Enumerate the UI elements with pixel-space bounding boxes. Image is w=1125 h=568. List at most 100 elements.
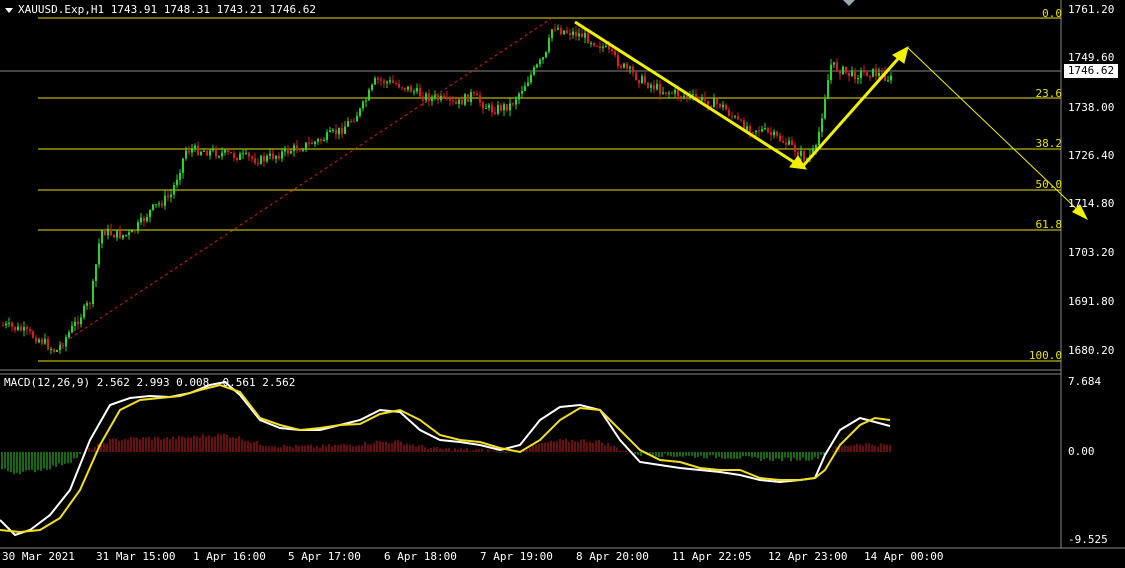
- candle-body-128: [386, 81, 388, 84]
- candle-body-240: [722, 104, 724, 108]
- candle-body-212: [638, 79, 640, 84]
- candle-body-23: [71, 325, 73, 333]
- candle-body-118: [356, 115, 358, 122]
- candle-body-4: [14, 326, 16, 331]
- candle-body-136: [410, 86, 412, 93]
- macd-tick-top: 7.684: [1068, 375, 1102, 388]
- symbol-header: XAUUSD.Exp,H1 1743.91 1748.31 1743.21 17…: [18, 3, 317, 16]
- candle-body-11: [35, 337, 37, 343]
- candle-body-186: [560, 28, 562, 35]
- candle-body-16: [50, 349, 52, 351]
- candle-body-51: [155, 204, 157, 206]
- fibonacci-lines[interactable]: [38, 17, 1061, 362]
- candle-body-293: [881, 72, 883, 74]
- candle-body-78: [236, 157, 238, 161]
- candle-body-282: [848, 72, 850, 76]
- candle-body-33: [101, 230, 103, 244]
- candle-body-274: [824, 99, 826, 119]
- menu-triangle-icon[interactable]: [5, 8, 13, 13]
- candle-body-75: [227, 149, 229, 153]
- chart-canvas[interactable]: [0, 0, 1125, 568]
- candle-body-287: [863, 71, 865, 73]
- candle-body-34: [104, 230, 106, 236]
- candle-body-141: [425, 93, 427, 101]
- candle-body-190: [572, 31, 574, 36]
- candle-body-134: [404, 87, 406, 90]
- candle-body-233: [701, 96, 703, 101]
- candle-body-60: [182, 158, 184, 173]
- candle-body-165: [497, 105, 499, 114]
- candle-body-286: [860, 71, 862, 79]
- candle-body-93: [281, 151, 283, 159]
- macd-header: MACD(12,26,9) 2.562 2.993 0.008 -0.561 2…: [4, 376, 296, 389]
- candle-body-19: [59, 345, 61, 351]
- candle-body-147: [443, 95, 445, 97]
- candle-body-208: [626, 63, 628, 69]
- candle-body-150: [452, 100, 454, 102]
- candle-body-144: [434, 95, 436, 97]
- candle-body-115: [347, 121, 349, 127]
- candle-body-7: [23, 327, 25, 331]
- arrow-down-1[interactable]: [574, 20, 801, 168]
- candle-body-44: [134, 230, 136, 232]
- candle-body-199: [599, 45, 601, 48]
- candle-body-103: [311, 142, 313, 145]
- candle-body-192: [578, 33, 580, 37]
- candle-body-142: [428, 93, 430, 102]
- candle-body-166: [500, 105, 502, 111]
- candle-body-251: [755, 130, 757, 133]
- candle-body-5: [17, 326, 19, 331]
- macd-tick-zero: 0.00: [1068, 445, 1095, 458]
- candle-body-284: [854, 70, 856, 80]
- candle-body-244: [734, 116, 736, 118]
- candle-body-220: [662, 92, 664, 94]
- candle-body-173: [521, 91, 523, 94]
- time-label-7: 8 Apr 20:00: [576, 550, 649, 563]
- fib-label-100: 100.0: [1028, 349, 1062, 362]
- candle-body-281: [845, 66, 847, 73]
- candle-body-226: [680, 96, 682, 98]
- candle-body-292: [878, 72, 880, 77]
- candle-body-70: [212, 149, 214, 151]
- candle-body-81: [245, 152, 247, 154]
- candle-body-76: [230, 152, 232, 154]
- chart-shift-icon[interactable]: [843, 0, 855, 6]
- candle-body-22: [68, 332, 70, 338]
- candle-body-194: [584, 32, 586, 38]
- candle-body-121: [365, 100, 367, 102]
- candle-body-262: [788, 140, 790, 145]
- candle-body-38: [116, 230, 118, 238]
- candle-body-53: [161, 203, 163, 206]
- trend-arrows[interactable]: [574, 20, 909, 170]
- candle-body-99: [299, 150, 301, 152]
- candle-body-200: [602, 46, 604, 48]
- candle-body-189: [569, 32, 571, 36]
- candle-body-140: [422, 96, 424, 101]
- candle-body-62: [188, 150, 190, 153]
- candle-body-259: [779, 135, 781, 142]
- candle-body-98: [296, 145, 298, 151]
- candle-body-261: [785, 142, 787, 145]
- candle-body-273: [821, 118, 823, 132]
- fib-base-line[interactable]: [59, 17, 553, 346]
- candle-body-8: [26, 327, 28, 330]
- candle-body-180: [542, 57, 544, 60]
- candle-body-0: [2, 325, 4, 326]
- candle-body-257: [773, 131, 775, 136]
- candle-body-55: [167, 195, 169, 198]
- candle-body-163: [491, 104, 493, 113]
- candlesticks: [2, 23, 892, 354]
- candle-body-59: [179, 172, 181, 180]
- candle-body-113: [341, 127, 343, 134]
- time-label-10: 14 Apr 00:00: [864, 550, 944, 563]
- candle-body-108: [326, 132, 328, 141]
- candle-body-152: [458, 99, 460, 104]
- candle-body-61: [185, 150, 187, 159]
- candle-body-178: [536, 64, 538, 68]
- time-label-9: 12 Apr 23:00: [768, 550, 848, 563]
- price-tick-7: 1691.80: [1068, 295, 1115, 308]
- candle-body-131: [395, 83, 397, 85]
- candle-body-87: [263, 155, 265, 162]
- candle-body-80: [242, 153, 244, 155]
- candle-body-139: [419, 88, 421, 97]
